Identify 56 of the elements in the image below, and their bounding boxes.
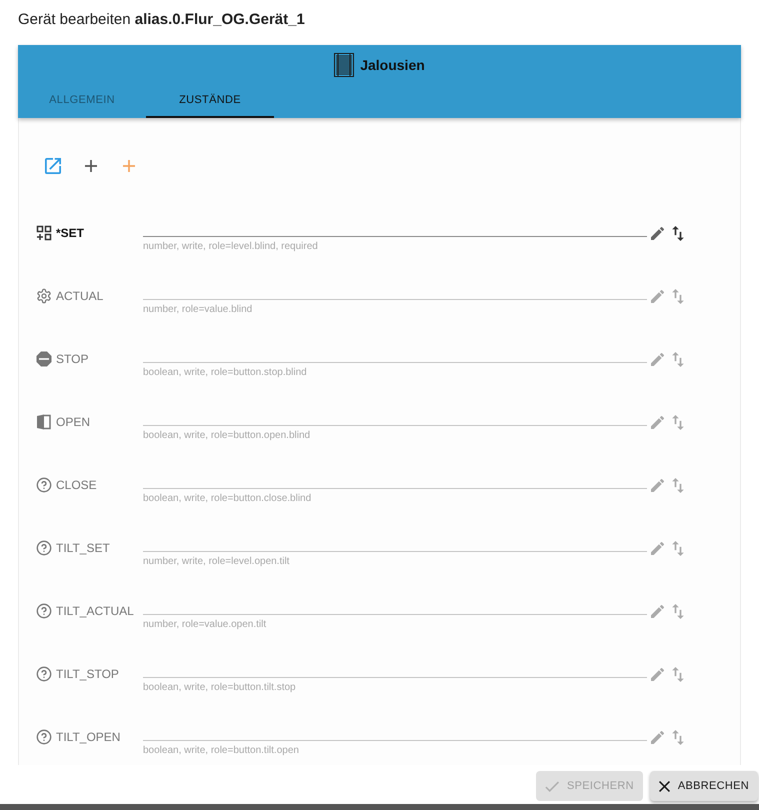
pencil-icon: [650, 668, 664, 680]
state-label: TILT_SET: [56, 540, 110, 556]
state-label: *SET: [56, 225, 84, 241]
swap-vertical-icon: [672, 666, 684, 682]
check-icon: [544, 780, 559, 792]
swap-button[interactable]: [670, 225, 686, 241]
hint-text: boolean, write, role=button.close.blind: [143, 493, 312, 505]
hint-text: number, write, role=level.blind, required: [143, 241, 318, 253]
state-label: CLOSE: [56, 477, 97, 493]
swap-vertical-icon: [672, 540, 684, 556]
state-label: TILT_ACTUAL: [56, 603, 134, 619]
open-in-new-icon: [45, 158, 61, 174]
state-label: STOP: [56, 351, 88, 367]
hint-text: boolean, write, role=button.tilt.open: [143, 745, 299, 757]
question-circle-icon: [36, 477, 52, 493]
hint-text: boolean, write, role=button.tilt.stop: [143, 682, 296, 694]
state-label: TILT_STOP: [56, 666, 119, 682]
gear-icon: [36, 288, 52, 304]
window-blind-icon: [334, 53, 354, 77]
pencil-icon: [650, 290, 664, 302]
hint-text: number, role=value.blind: [143, 304, 252, 316]
door-icon: [36, 414, 52, 430]
edit-button[interactable]: [649, 225, 665, 241]
widget-add-icon: [36, 225, 52, 241]
pencil-icon: [650, 604, 664, 618]
hint-text: number, role=value.open.tilt: [143, 619, 266, 631]
pencil-icon: [650, 352, 664, 366]
dialog-title: Gerät bearbeiten alias.0.Flur_OG.Gerät_1: [18, 10, 305, 30]
state-label: TILT_OPEN: [56, 729, 120, 745]
cancel-button[interactable]: ABBRECHEN: [650, 771, 758, 801]
state-label: OPEN: [56, 414, 90, 430]
pencil-icon: [650, 542, 664, 554]
swap-vertical-icon: [672, 352, 684, 366]
pencil-icon: [650, 730, 664, 744]
swap-vertical-icon: [672, 478, 684, 492]
plus-icon: [85, 160, 97, 172]
pencil-icon: [650, 416, 664, 428]
question-circle-icon: [36, 540, 52, 556]
hint-text: number, write, role=level.open.tilt: [143, 556, 290, 568]
question-circle-icon: [36, 666, 52, 682]
swap-vertical-icon: [672, 604, 684, 618]
pencil-icon: [650, 226, 664, 240]
header-title: Jalousien: [360, 56, 425, 74]
swap-vertical-icon: [672, 730, 684, 744]
hint-text: boolean, write, role=button.stop.blind: [143, 367, 307, 379]
question-circle-icon: [36, 729, 52, 745]
stop-sign-icon: [36, 351, 52, 367]
close-icon: [658, 780, 670, 792]
pencil-icon: [650, 478, 664, 492]
swap-vertical-icon: [672, 288, 684, 304]
swap-vertical-icon: [672, 414, 684, 430]
plus-icon: [123, 160, 135, 172]
swap-vertical-icon: [672, 226, 684, 240]
question-circle-icon: [36, 603, 52, 619]
state-label: ACTUAL: [56, 288, 104, 304]
hint-text: boolean, write, role=button.open.blind: [143, 430, 310, 442]
